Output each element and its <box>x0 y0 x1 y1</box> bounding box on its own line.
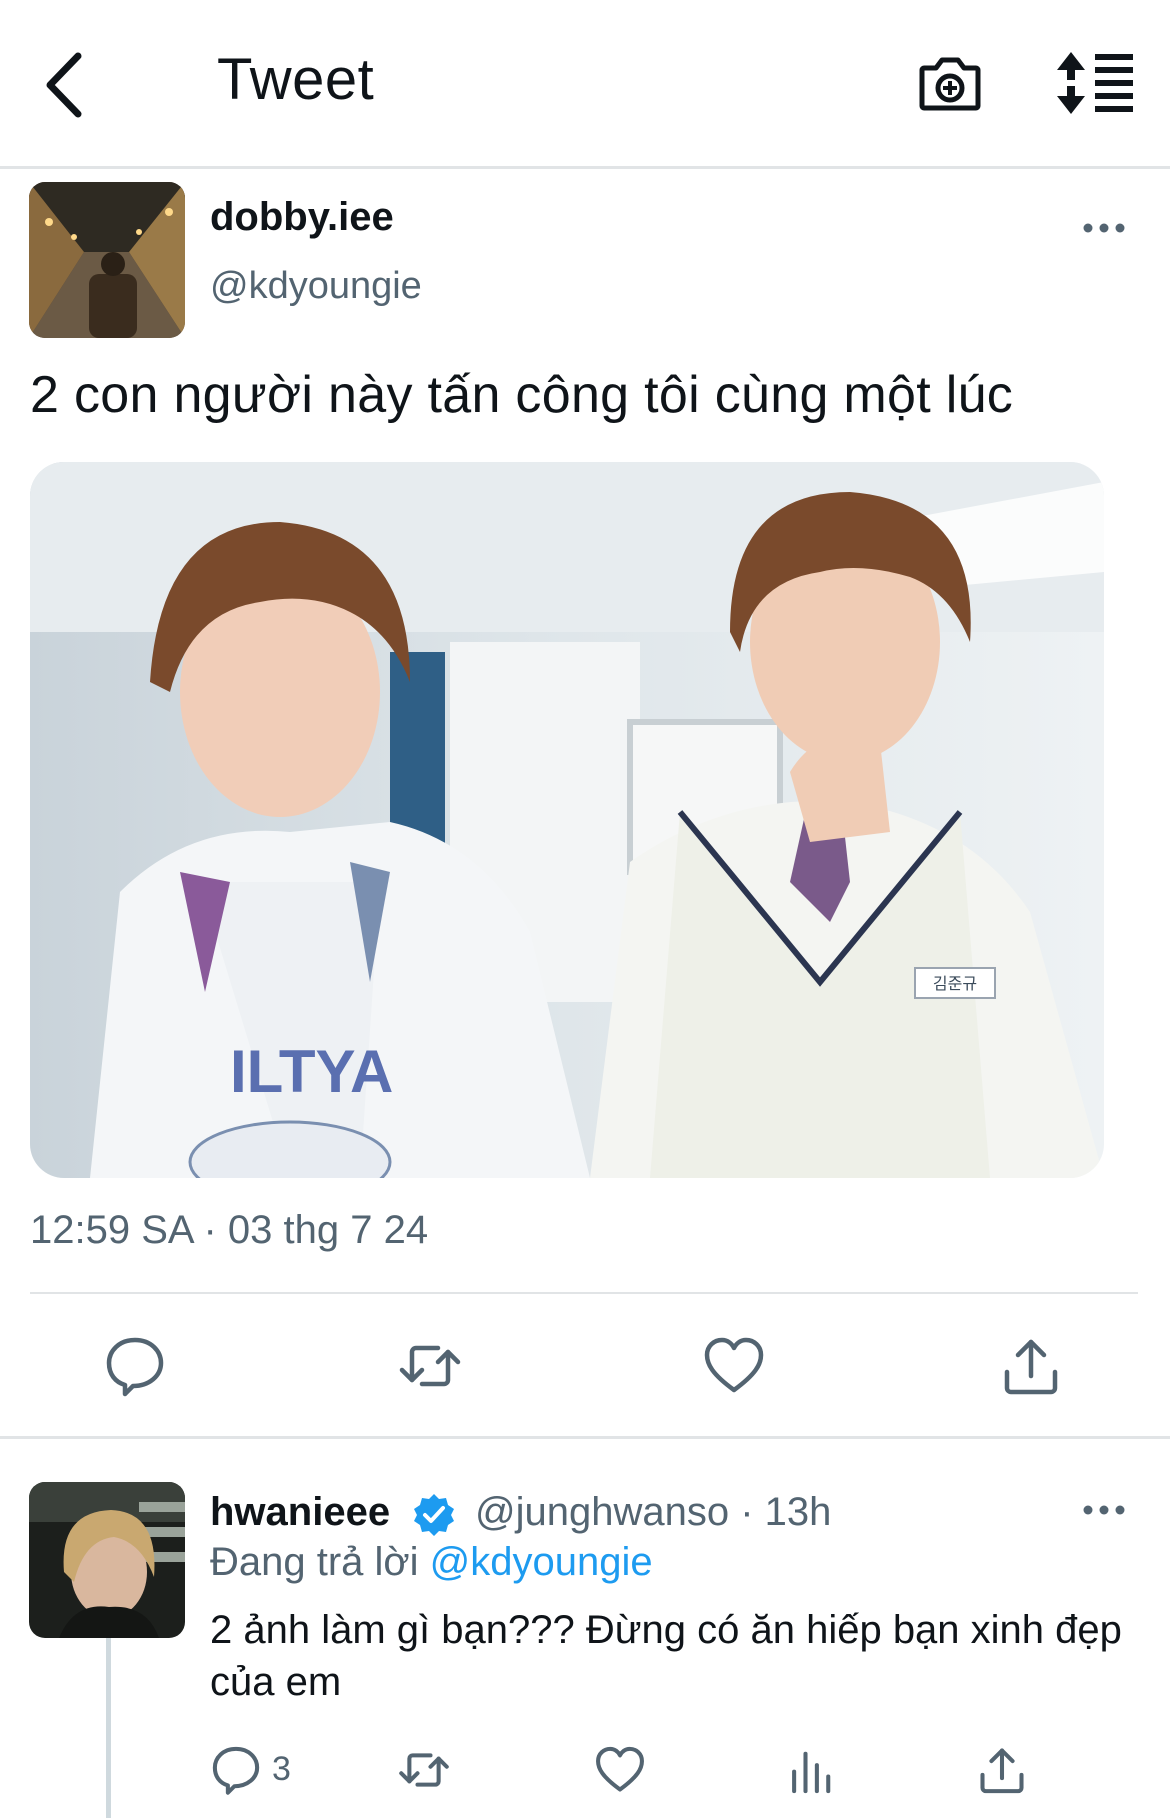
page-title: Tweet <box>217 47 375 112</box>
reply-share-icon[interactable] <box>976 1744 1028 1796</box>
replying-to-mention[interactable]: @kdyoungie <box>430 1540 653 1584</box>
reply-count: 3 <box>272 1750 291 1788</box>
author-handle[interactable]: @kdyoungie <box>210 265 422 308</box>
portrait-avatar-image <box>29 1482 185 1638</box>
divider <box>30 1292 1138 1294</box>
tweet-timestamp: 12:59 SA · 03 thg 7 24 <box>30 1208 429 1252</box>
back-arrow-icon[interactable] <box>40 50 90 120</box>
reply-handle-time[interactable]: @junghwanso · 13h <box>475 1490 831 1535</box>
replying-to-line: Đang trả lời @kdyoungie <box>210 1540 653 1585</box>
tweet-text: 2 con người này tấn công tôi cùng một lú… <box>30 366 1014 424</box>
like-heart-icon[interactable] <box>702 1334 766 1398</box>
reply-like-heart-icon[interactable] <box>594 1744 646 1796</box>
shirt-print-text: ILTYA <box>230 1038 393 1105</box>
more-options-icon[interactable] <box>1082 218 1126 238</box>
share-icon[interactable] <box>999 1334 1063 1398</box>
tweet-photo[interactable]: ILTYA 김준규 <box>30 462 1104 1178</box>
reply-display-name[interactable]: hwanieee <box>210 1490 390 1535</box>
retweet-icon[interactable] <box>398 1334 462 1398</box>
sort-lines-icon[interactable] <box>1057 52 1133 114</box>
top-nav-bar <box>0 0 1170 169</box>
reply-reply-icon[interactable] <box>210 1744 262 1796</box>
reply-author-avatar[interactable] <box>29 1482 185 1638</box>
two-students-photo: ILTYA 김준규 <box>30 462 1104 1178</box>
reply-text: 2 ảnh làm gì bạn??? Đừng có ăn hiếp bạn … <box>210 1608 1122 1704</box>
camera-plus-icon[interactable] <box>918 50 982 114</box>
verified-badge-icon <box>414 1494 454 1536</box>
reply-more-options-icon[interactable] <box>1082 1500 1126 1520</box>
thread-connector-line <box>106 1638 111 1818</box>
replying-to-label: Đang trả lời <box>210 1540 419 1584</box>
views-bar-chart-icon[interactable] <box>786 1744 838 1796</box>
street-night-avatar-image <box>29 182 185 338</box>
author-display-name[interactable]: dobby.iee <box>210 195 394 240</box>
reply-icon[interactable] <box>103 1334 167 1398</box>
name-tag-text: 김준규 <box>933 974 977 993</box>
section-divider <box>0 1436 1170 1439</box>
reply-retweet-icon[interactable] <box>398 1744 450 1796</box>
author-avatar[interactable] <box>29 182 185 338</box>
